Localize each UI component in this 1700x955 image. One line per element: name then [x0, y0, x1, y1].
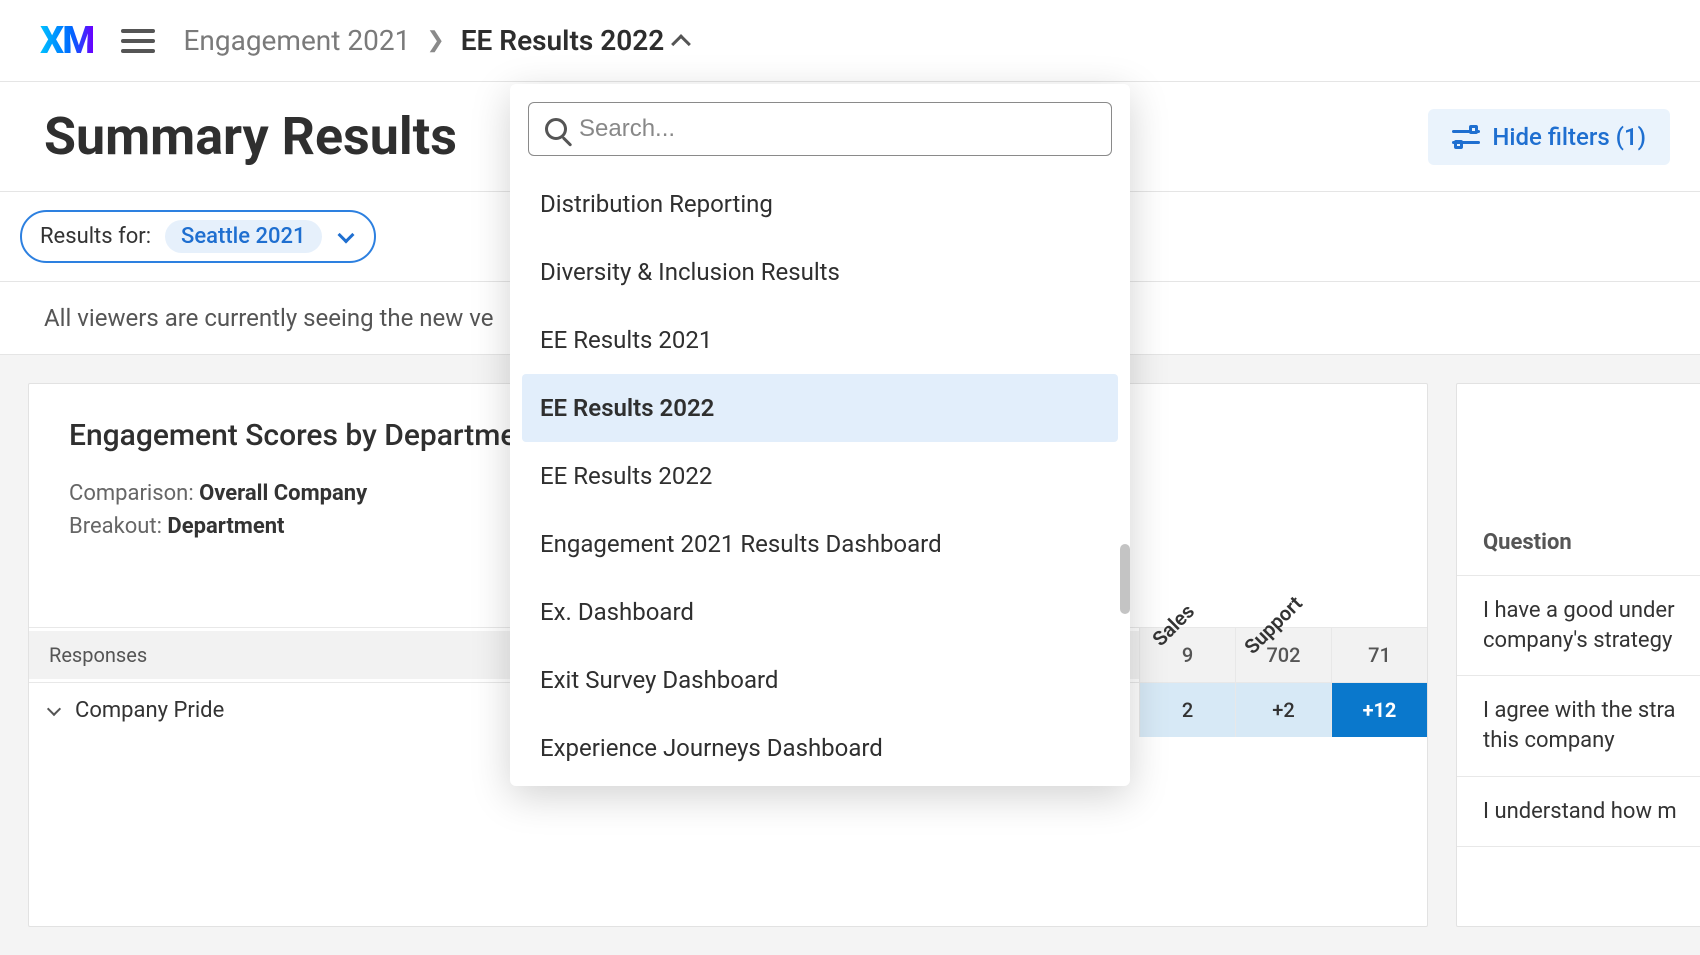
responses-value: 71: [1331, 628, 1427, 682]
score-cell: +2: [1235, 683, 1331, 737]
score-cell: +12: [1331, 683, 1427, 737]
questions-widget: Question I have a good undercompany's st…: [1456, 383, 1700, 927]
dashboard-selector-dropdown: Distribution ReportingDiversity & Inclus…: [510, 84, 1130, 786]
dropdown-item[interactable]: Exit Survey Dashboard: [522, 646, 1118, 714]
question-row[interactable]: I understand how m: [1457, 777, 1700, 848]
search-field-wrapper[interactable]: [528, 102, 1112, 156]
breadcrumb: Engagement 2021 ❯ EE Results 2022: [183, 24, 688, 57]
breadcrumb-current-dropdown[interactable]: EE Results 2022: [461, 24, 688, 57]
results-for-selector[interactable]: Results for: Seattle 2021: [20, 210, 376, 263]
question-column-header: Question: [1457, 494, 1700, 576]
dropdown-item[interactable]: EE Results 2022: [522, 374, 1118, 442]
results-for-label: Results for:: [40, 224, 151, 249]
dropdown-item[interactable]: EE Results 2021: [522, 306, 1118, 374]
chevron-down-icon: [47, 701, 61, 715]
question-row[interactable]: I agree with the strathis company: [1457, 676, 1700, 776]
search-input[interactable]: [579, 115, 1095, 143]
dropdown-item[interactable]: Distribution Reporting: [522, 170, 1118, 238]
hide-filters-label: Hide filters (1): [1492, 123, 1646, 151]
dropdown-item[interactable]: Engagement 2021 Results Dashboard: [522, 510, 1118, 578]
chevron-down-icon: [337, 226, 354, 243]
score-cell: 2: [1139, 683, 1235, 737]
logo: XM: [40, 19, 93, 63]
results-for-chip: Seattle 2021: [165, 220, 322, 253]
chevron-up-icon: [671, 34, 691, 54]
dropdown-item[interactable]: Diversity & Inclusion Results: [522, 238, 1118, 306]
scrollbar-thumb[interactable]: [1120, 544, 1130, 614]
chevron-right-icon: ❯: [426, 28, 444, 53]
breadcrumb-current-label: EE Results 2022: [461, 24, 664, 57]
question-row[interactable]: I have a good undercompany's strategy: [1457, 576, 1700, 676]
dropdown-item[interactable]: EE Results 2022: [522, 442, 1118, 510]
dropdown-item[interactable]: Experience Journeys Dashboard: [522, 714, 1118, 782]
breadcrumb-parent[interactable]: Engagement 2021: [183, 24, 410, 57]
page-title: Summary Results: [44, 106, 457, 167]
top-bar: XM Engagement 2021 ❯ EE Results 2022: [0, 0, 1700, 82]
search-icon: [545, 118, 567, 140]
hide-filters-button[interactable]: Hide filters (1): [1428, 109, 1670, 165]
row-label: Company Pride: [75, 698, 224, 723]
dropdown-item[interactable]: Ex. Dashboard: [522, 578, 1118, 646]
hamburger-menu-icon[interactable]: [121, 29, 155, 53]
filter-icon: [1452, 126, 1480, 148]
